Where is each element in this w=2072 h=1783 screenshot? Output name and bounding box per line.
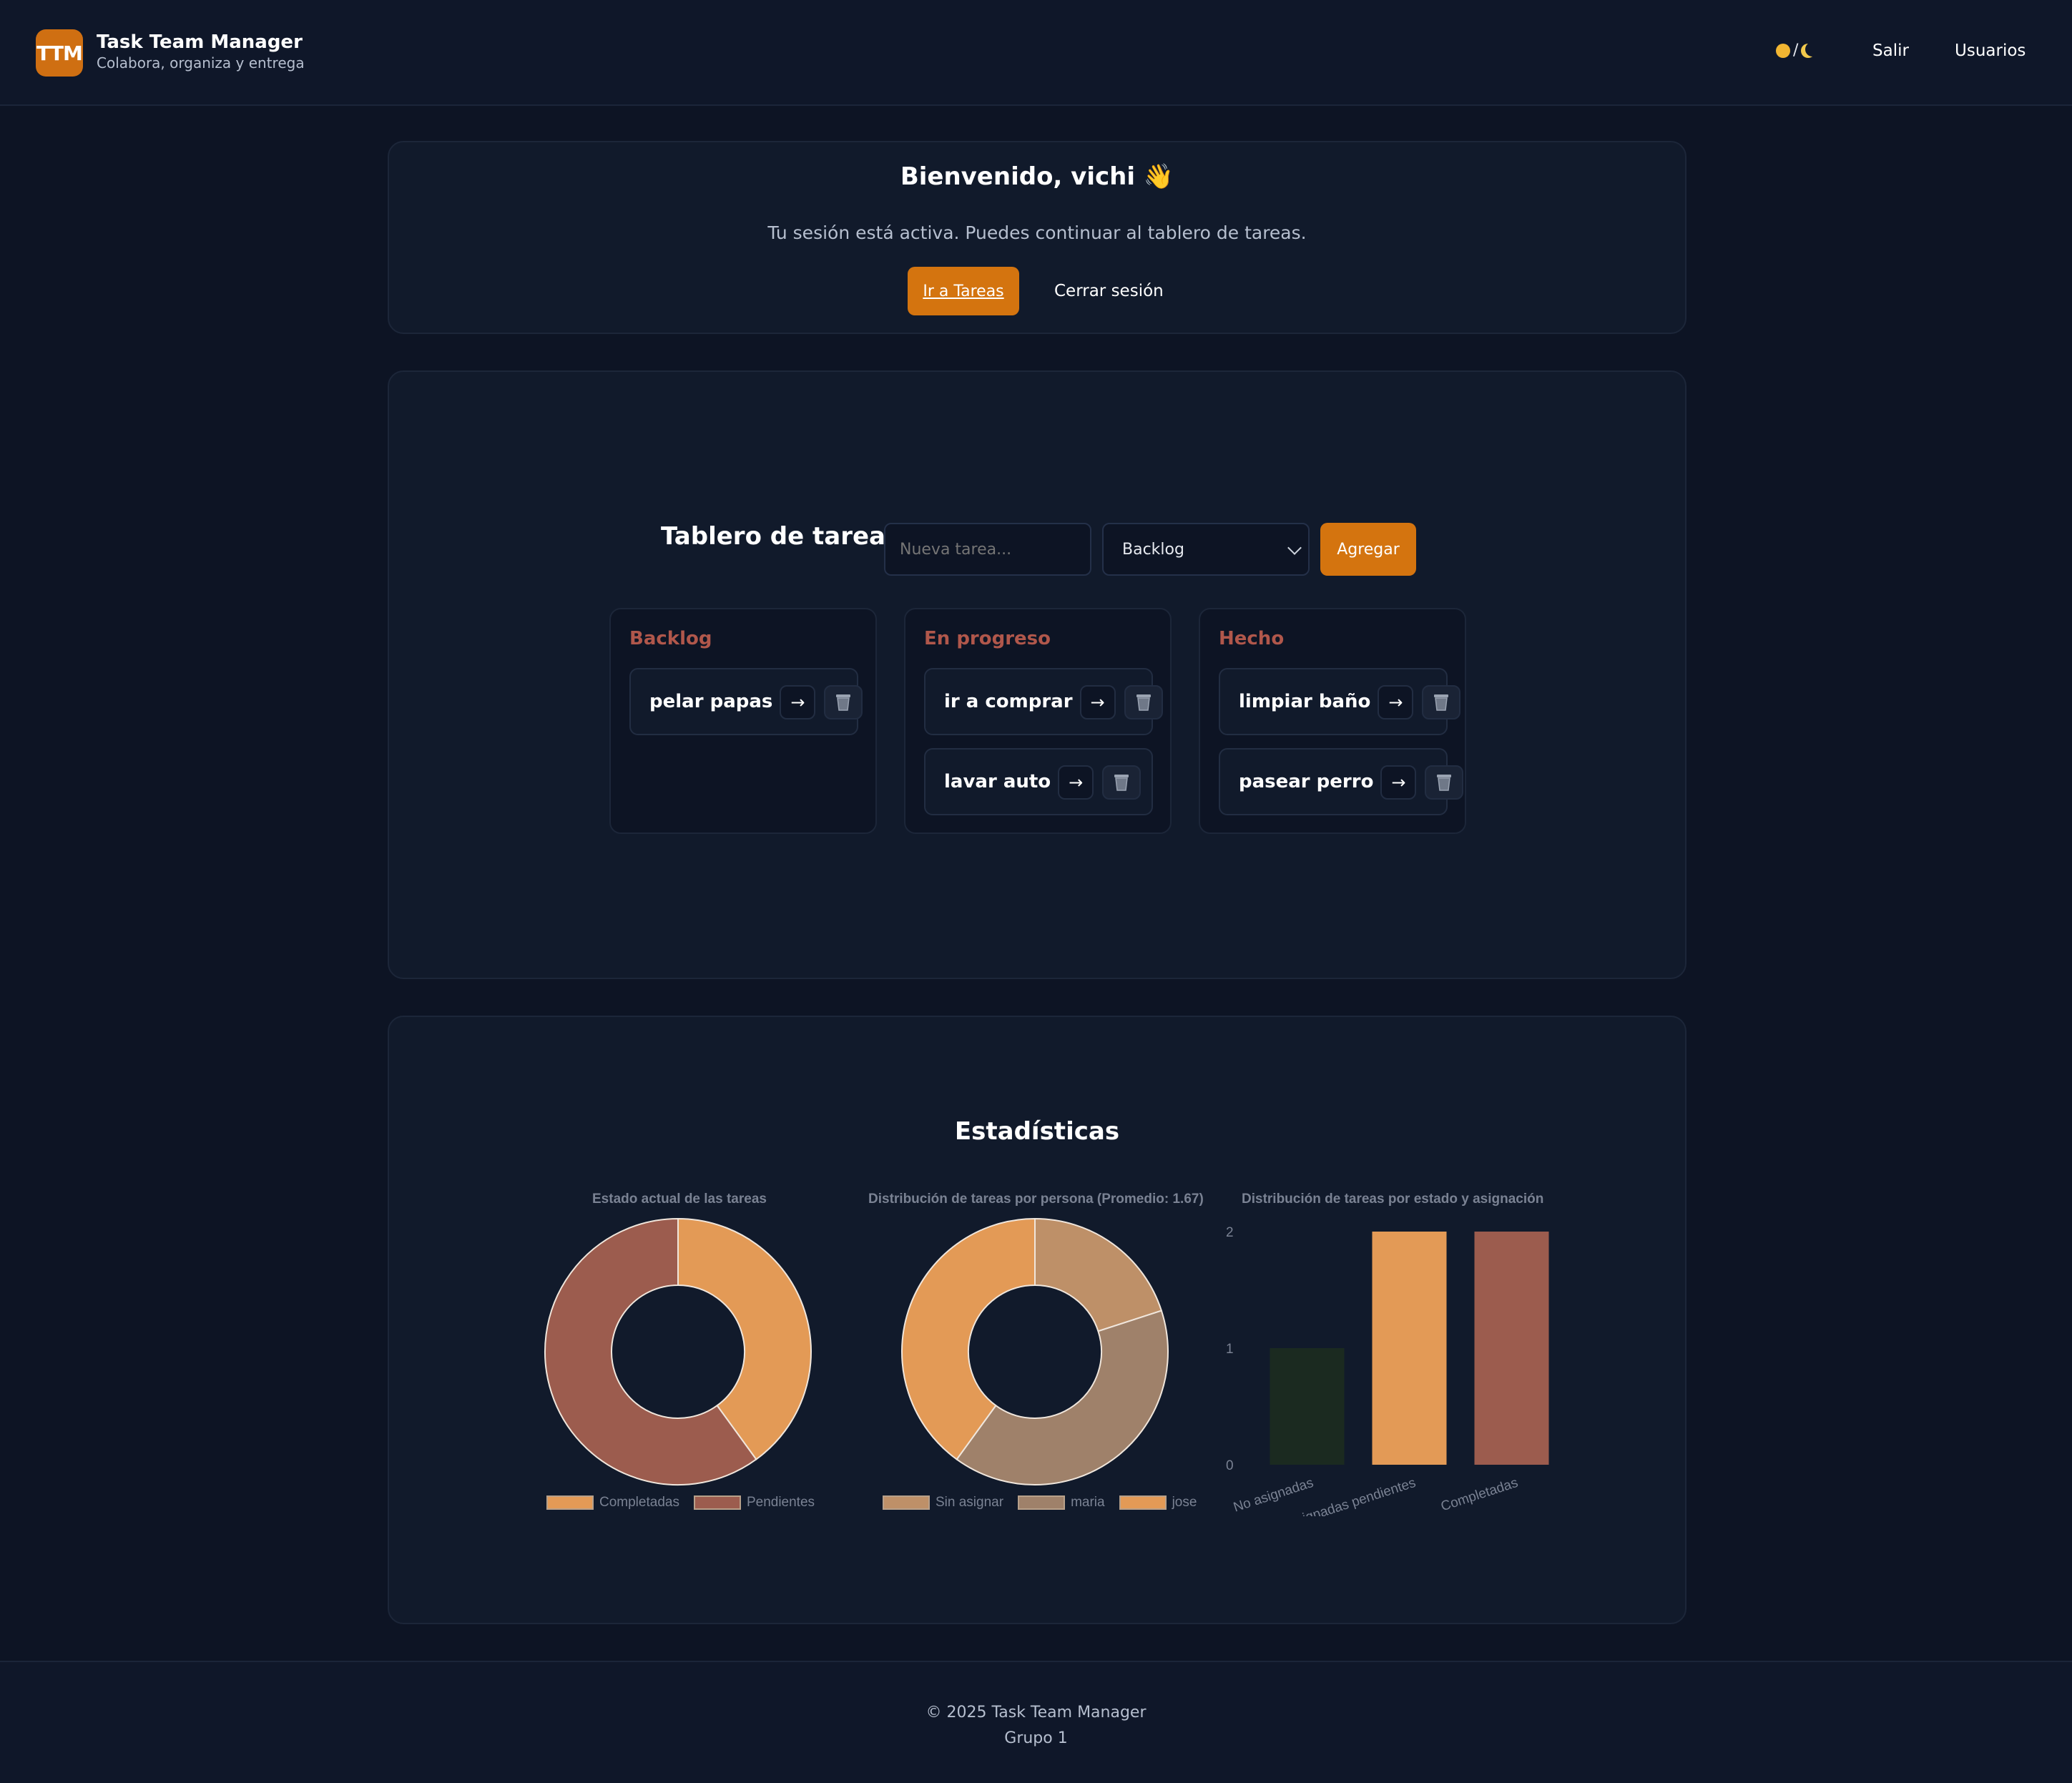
nav-salir-link[interactable]: Salir (1872, 41, 1909, 60)
status-select[interactable]: Backlog (1102, 523, 1310, 576)
status-assignment-bar-chart: 012No asignadasAsignadas pendientes Compl… (1226, 1225, 1549, 1516)
chart-title: Estado actual de las tareas (592, 1192, 767, 1207)
move-task-button[interactable]: → (1079, 685, 1116, 719)
chart-title: Distribución de tareas por persona (Prom… (868, 1192, 1204, 1207)
y-tick-label: 2 (1226, 1225, 1234, 1240)
chevron-down-icon (1287, 541, 1302, 555)
trash-icon (1437, 775, 1452, 791)
arrow-right-icon: → (790, 692, 805, 712)
legend-swatch (1119, 1495, 1167, 1510)
app-title: Task Team Manager (97, 31, 303, 53)
task-status-donut-chart (544, 1217, 812, 1485)
donut-slice-sin-asignar (1034, 1217, 1163, 1332)
board-title: Tablero de tareas (661, 522, 900, 551)
column-en-progreso: En progreso ir a comprar → lavar auto → (904, 608, 1172, 834)
task-name: pasear perro (1239, 771, 1374, 792)
legend-swatch (693, 1495, 741, 1510)
x-tick-label: No asignadas (1232, 1475, 1315, 1516)
add-task-button[interactable]: Agregar (1320, 523, 1416, 576)
legend-label: Completadas (599, 1495, 679, 1510)
column-backlog: Backlog pelar papas → (609, 608, 877, 834)
tasks-per-person-donut-chart (901, 1217, 1169, 1485)
task-name: ir a comprar (944, 691, 1073, 712)
legend-swatch (883, 1495, 930, 1510)
arrow-right-icon: → (1391, 772, 1406, 792)
delete-task-button[interactable] (1102, 765, 1141, 800)
app-logo[interactable]: TTM (36, 29, 83, 77)
y-tick-label: 0 (1226, 1458, 1234, 1473)
bar-completadas (1474, 1232, 1549, 1465)
chart-legend: Sin asignar maria jose (883, 1495, 1205, 1511)
welcome-title: Bienvenido, vichi 👋 (900, 162, 1174, 191)
task-card: pasear perro → (1219, 748, 1464, 815)
trash-icon (836, 694, 851, 711)
column-hecho: Hecho limpiar baño → pasear perro → (1199, 608, 1466, 834)
welcome-card: Bienvenido, vichi 👋 Tu sesión está activ… (388, 141, 1686, 334)
sun-icon (1776, 43, 1790, 58)
app-header: TTM Task Team Manager Colabora, organiza… (0, 0, 2072, 106)
delete-task-button[interactable] (1422, 685, 1461, 719)
y-tick-label: 1 (1226, 1342, 1234, 1357)
theme-toggle[interactable]: / (1776, 41, 1815, 59)
chart-title: Distribución de tareas por estado y asig… (1242, 1192, 1544, 1207)
legend-label: Pendientes (746, 1495, 815, 1510)
column-title: Backlog (629, 628, 712, 649)
nav-usuarios-link[interactable]: Usuarios (1955, 41, 2026, 60)
footer-copyright: © 2025 Task Team Manager (925, 1704, 1147, 1721)
task-board-card: Tablero de tareas Backlog Agregar Backlo… (388, 370, 1686, 979)
legend-swatch (1018, 1495, 1066, 1510)
legend-label: maria (1071, 1495, 1105, 1510)
delete-task-button[interactable] (1124, 685, 1163, 719)
welcome-text: Tu sesión está activa. Puedes continuar … (767, 222, 1307, 243)
task-card: limpiar baño → (1219, 668, 1461, 735)
logout-button[interactable]: Cerrar sesión (1054, 267, 1164, 315)
task-name: limpiar baño (1239, 691, 1371, 712)
task-card: pelar papas → (629, 668, 863, 735)
arrow-right-icon: → (1388, 692, 1403, 712)
new-task-input[interactable] (884, 523, 1091, 576)
column-title: Hecho (1219, 628, 1285, 649)
stats-title: Estadísticas (954, 1117, 1120, 1146)
task-card: ir a comprar → (924, 668, 1163, 735)
status-select-value: Backlog (1122, 540, 1184, 559)
stats-card: Estadísticas Estado actual de las tareas… (388, 1016, 1686, 1624)
moon-icon (1805, 42, 1820, 57)
task-name: pelar papas (649, 691, 773, 712)
arrow-right-icon: → (1090, 692, 1105, 712)
trash-icon (1434, 694, 1449, 711)
footer-group: Grupo 1 (1004, 1729, 1068, 1747)
bar-no-asignadas (1270, 1348, 1345, 1465)
bar-asignadas-pendientes (1372, 1232, 1447, 1465)
x-tick-label: Completadas (1439, 1475, 1520, 1515)
task-card: lavar auto → (924, 748, 1153, 815)
move-task-button[interactable]: → (1378, 685, 1414, 719)
delete-task-button[interactable] (1425, 765, 1464, 800)
legend-label: jose (1172, 1495, 1197, 1510)
app-subtitle: Colabora, organiza y entrega (97, 54, 305, 72)
theme-toggle-separator: / (1793, 41, 1799, 59)
move-task-button[interactable]: → (1380, 765, 1417, 800)
arrow-right-icon: → (1069, 772, 1084, 792)
move-task-button[interactable]: → (1058, 765, 1094, 800)
move-task-button[interactable]: → (780, 685, 816, 719)
task-name: lavar auto (944, 771, 1051, 792)
legend-swatch (546, 1495, 594, 1510)
column-title: En progreso (924, 628, 1051, 649)
go-to-tasks-button[interactable]: Ir a Tareas (908, 267, 1019, 315)
legend-label: Sin asignar (936, 1495, 1004, 1510)
donut-slice-maria (956, 1310, 1169, 1485)
trash-icon (1114, 775, 1129, 791)
delete-task-button[interactable] (824, 685, 863, 719)
trash-icon (1136, 694, 1151, 711)
app-footer: © 2025 Task Team Manager Grupo 1 (0, 1661, 2072, 1783)
chart-legend: Completadas Pendientes (546, 1495, 823, 1511)
